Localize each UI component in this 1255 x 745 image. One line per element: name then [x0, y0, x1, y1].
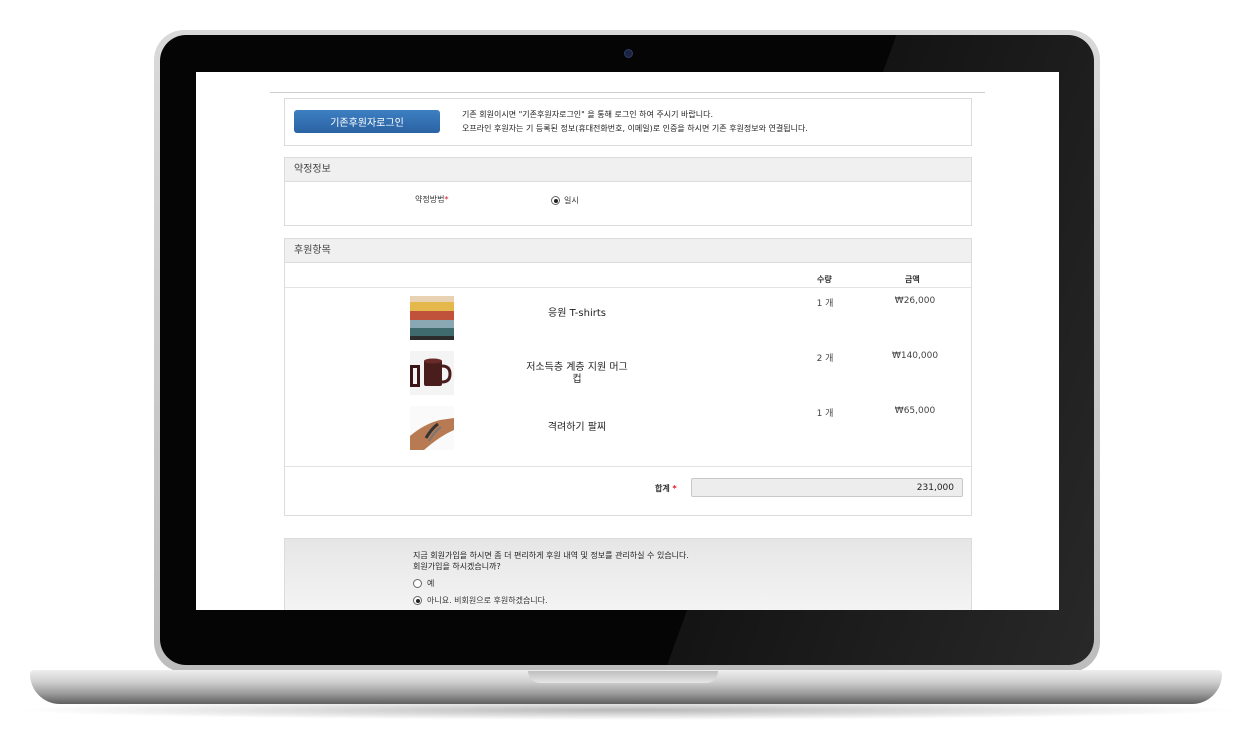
- column-header-qty: 수량: [817, 275, 832, 284]
- item-qty: 2 개: [816, 354, 834, 364]
- join-option-no-label: 아니요. 비회원으로 후원하겠습니다.: [427, 596, 548, 605]
- column-header-amount: 금액: [905, 275, 920, 284]
- login-notice: 기존 회원이시면 "기존후원자로그인" 을 통해 로그인 하여 주시기 바랍니다…: [462, 108, 808, 136]
- item-amount: ₩26,000: [894, 296, 936, 306]
- laptop-notch: [528, 671, 718, 683]
- required-mark: *: [672, 484, 677, 493]
- camera-icon: [624, 49, 633, 58]
- membership-join-section: 지금 회원가입을 하시면 좀 더 편리하게 후원 내역 및 정보를 관리하실 수…: [284, 538, 972, 610]
- radio-selected-icon[interactable]: [413, 596, 422, 605]
- donation-items-section: 후원항목 수량 금액 응원 T-shirts 1 개 ₩26,000 저소득층 …: [284, 238, 972, 516]
- total-divider: [285, 466, 971, 467]
- pledge-method-label: 약정방법*: [415, 194, 448, 205]
- mug-photo-icon: [410, 351, 454, 395]
- header-divider: [285, 287, 971, 288]
- pledge-method-label-text: 약정방법: [415, 195, 445, 204]
- pledge-info-title: 약정정보: [285, 158, 971, 182]
- list-item: 응원 T-shirts 1 개 ₩26,000: [285, 296, 971, 351]
- total-amount-field: 231,000: [691, 478, 963, 497]
- join-prompt-line2: 회원가입을 하시겠습니까?: [413, 562, 501, 571]
- pledge-method-option-onetime[interactable]: 일시: [551, 195, 579, 206]
- item-name: 격려하기 팔찌: [547, 422, 607, 433]
- pledge-method-option-label: 일시: [564, 196, 579, 205]
- login-notice-line2: 오프라인 후원자는 기 등록된 정보(휴대전화번호, 이메일)로 인증을 하시면…: [462, 124, 808, 133]
- login-notice-line1: 기존 회원이시면 "기존후원자로그인" 을 통해 로그인 하여 주시기 바랍니다…: [462, 110, 714, 119]
- item-name: 저소득층 계층 지원 머그컵: [526, 362, 628, 385]
- list-item: 격려하기 팔찌 1 개 ₩65,000: [285, 406, 971, 461]
- item-qty: 1 개: [816, 299, 834, 309]
- total-label: 합계 *: [655, 483, 677, 494]
- required-mark: *: [444, 195, 449, 204]
- existing-donor-login-button[interactable]: 기존후원자로그인: [294, 110, 440, 133]
- donation-items-title: 후원항목: [285, 239, 971, 263]
- join-prompt: 지금 회원가입을 하시면 좀 더 편리하게 후원 내역 및 정보를 관리하실 수…: [413, 550, 689, 572]
- radio-selected-icon[interactable]: [551, 196, 560, 205]
- radio-unselected-icon[interactable]: [413, 579, 422, 588]
- bracelet-photo-icon: [410, 406, 454, 450]
- total-label-text: 합계: [655, 484, 670, 493]
- login-panel: 기존후원자로그인 기존 회원이시면 "기존후원자로그인" 을 통해 로그인 하여…: [284, 98, 972, 146]
- item-name: 응원 T-shirts: [548, 308, 606, 319]
- join-option-yes[interactable]: 예: [413, 578, 434, 589]
- top-divider: [270, 92, 985, 93]
- join-option-yes-label: 예: [427, 579, 435, 588]
- item-amount: ₩65,000: [894, 406, 936, 416]
- browser-viewport: 기존후원자로그인 기존 회원이시면 "기존후원자로그인" 을 통해 로그인 하여…: [196, 72, 1059, 610]
- pledge-info-section: 약정정보 약정방법* 일시: [284, 157, 972, 226]
- tshirt-stack-photo-icon: [410, 296, 454, 340]
- item-amount: ₩140,000: [891, 351, 939, 361]
- list-item: 저소득층 계층 지원 머그컵 2 개 ₩140,000: [285, 351, 971, 406]
- join-option-no[interactable]: 아니요. 비회원으로 후원하겠습니다.: [413, 595, 548, 606]
- join-prompt-line1: 지금 회원가입을 하시면 좀 더 편리하게 후원 내역 및 정보를 관리하실 수…: [413, 551, 689, 560]
- item-qty: 1 개: [816, 409, 834, 419]
